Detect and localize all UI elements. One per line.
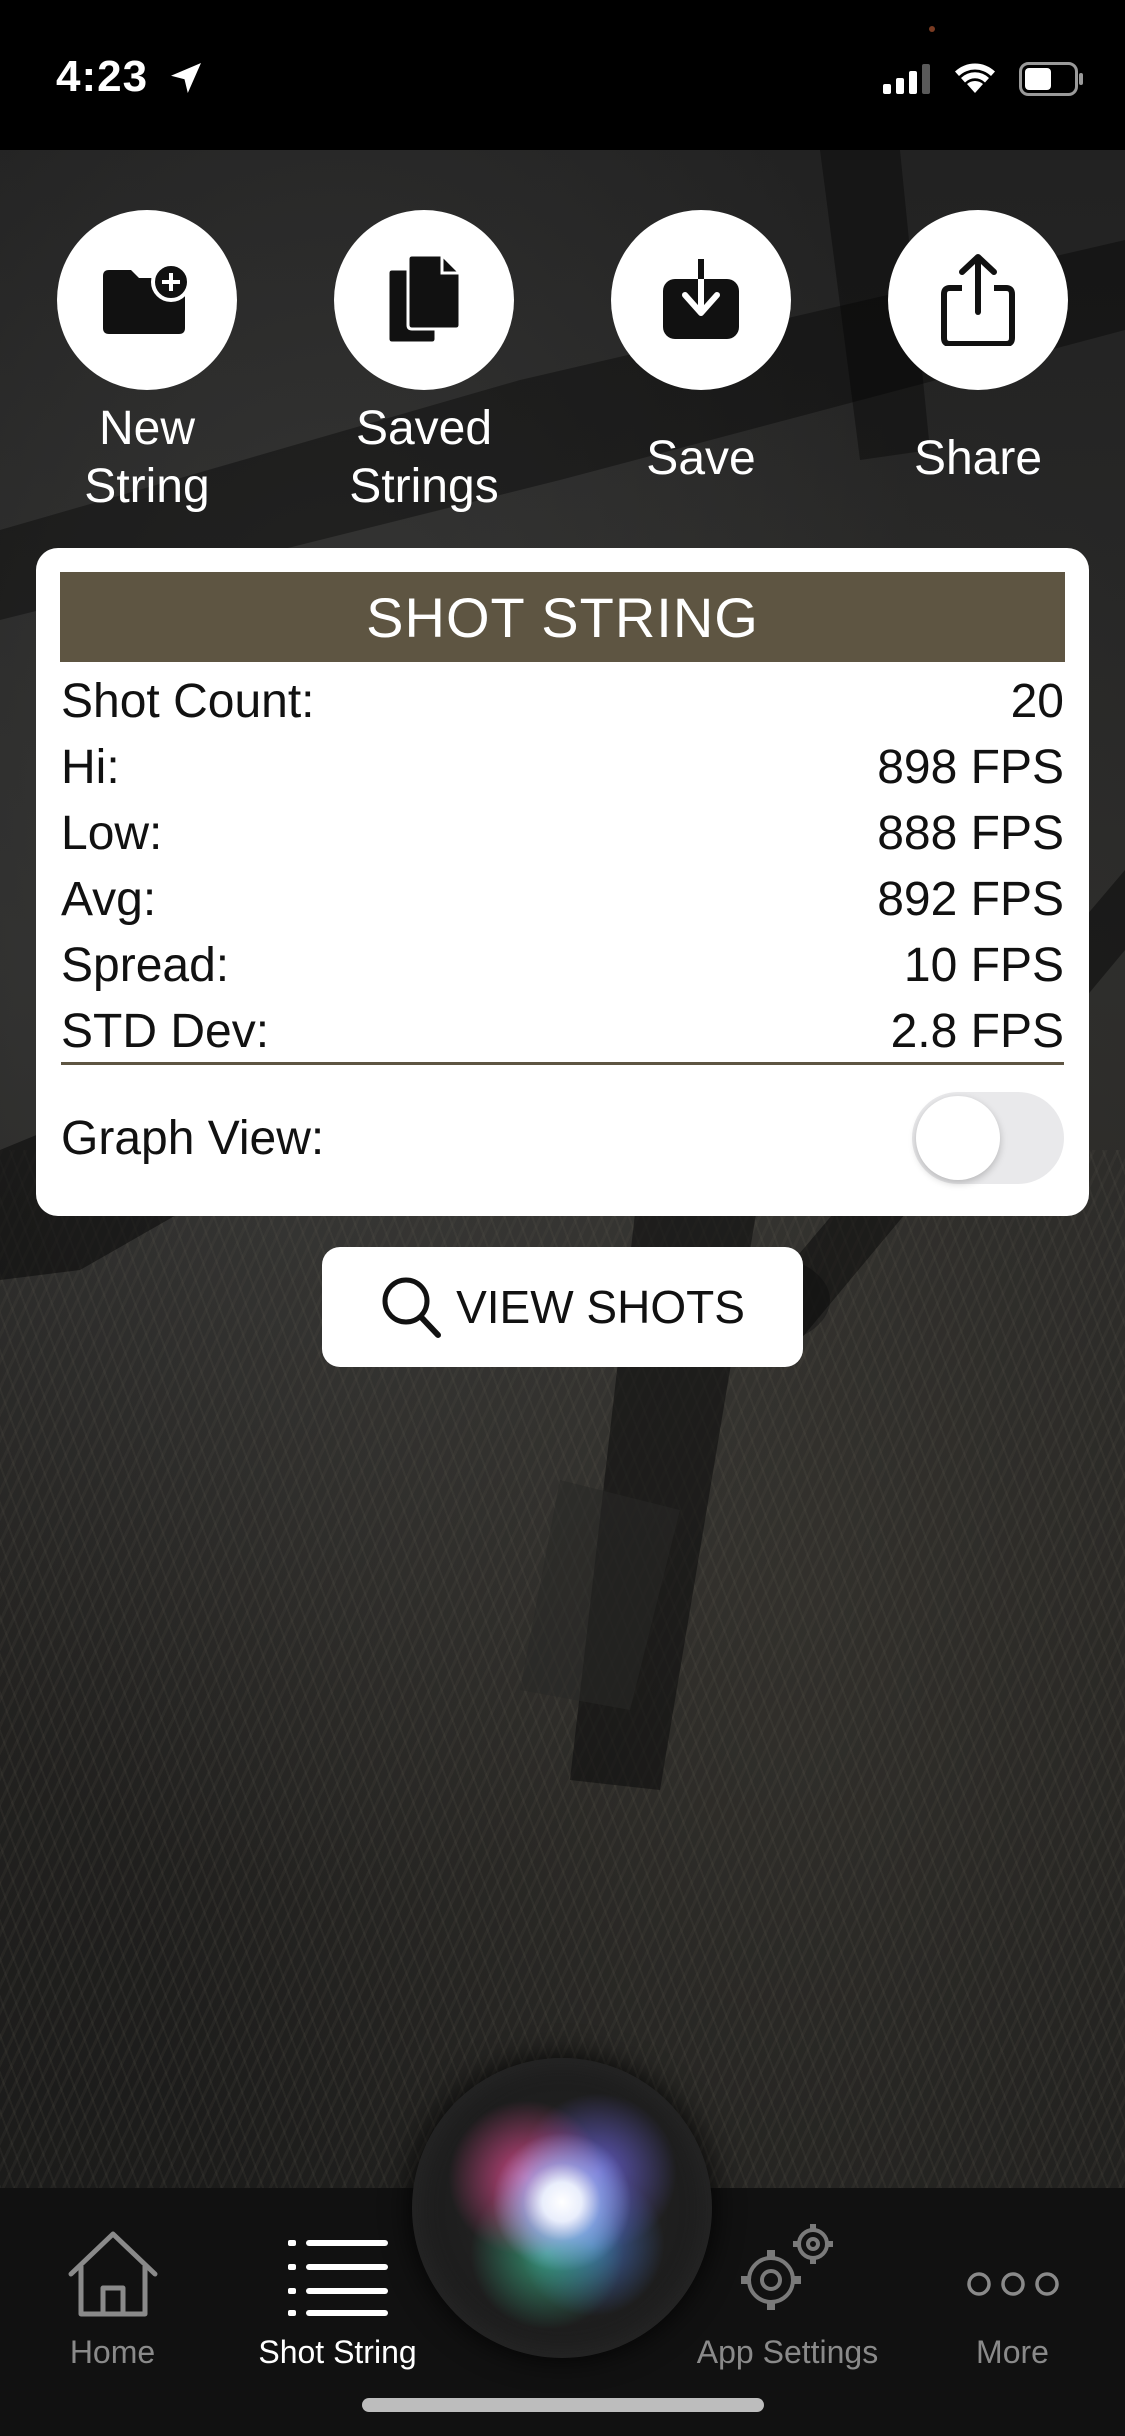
stat-row-std-dev: STD Dev: 2.8 FPS [61,998,1064,1064]
home-indicator[interactable] [362,2398,764,2412]
new-string-circle[interactable] [57,210,237,390]
stat-label: STD Dev: [61,1004,270,1058]
status-icons [883,62,1085,96]
stat-label: Low: [61,806,163,860]
saved-strings-label: Saved Strings [324,400,524,516]
stat-value: 892 FPS [877,872,1064,926]
stat-row-shot-count: Shot Count: 20 [61,668,1064,734]
share-circle[interactable] [888,210,1068,390]
saved-strings-label-line1: Saved [355,402,493,455]
status-time: 4:23 [56,52,149,101]
stat-label: Shot Count: [61,674,315,728]
tab-shot-string-label: Shot String [258,2334,417,2370]
tab-more-icon-wrap [900,2188,1125,2318]
new-string-label-line1: New [98,402,196,455]
graph-view-toggle[interactable] [912,1092,1064,1184]
stat-value: 20 [1010,674,1064,728]
stat-label: Hi: [61,740,120,794]
card-header: SHOT STRING [60,572,1065,662]
battery-icon [1019,62,1083,96]
recording-dot [929,26,935,32]
tab-more-label: More [976,2334,1049,2370]
card-title: SHOT STRING [366,585,759,649]
view-shots-label: VIEW SHOTS [456,1281,745,1333]
graph-view-row: Graph View: [61,1088,1064,1188]
shot-string-card: SHOT STRING Shot Count: 20 Hi: 898 FPS L… [36,548,1089,1216]
graph-view-label: Graph View: [61,1111,325,1165]
status-bar: 4:23 [0,0,1125,150]
siri-orb[interactable] [412,2058,712,2358]
stat-label: Spread: [61,938,230,992]
saved-strings-button[interactable]: Saved Strings [324,210,524,516]
toggle-knob [916,1096,1000,1180]
save-button[interactable]: Save [601,210,801,488]
stat-value: 888 FPS [877,806,1064,860]
save-label: Save [646,432,756,485]
gear-icon [740,2224,833,2310]
download-icon [663,259,739,339]
view-shots-button[interactable]: VIEW SHOTS [322,1247,803,1367]
stats-list: Shot Count: 20 Hi: 898 FPS Low: 888 FPS … [61,668,1064,1064]
stat-value: 2.8 FPS [890,1004,1064,1058]
action-bar: New String Saved Strings Save Share [0,210,1125,530]
cellular-signal-icon [883,64,930,94]
card-divider [61,1062,1064,1065]
folder-plus-icon [103,262,191,334]
saved-strings-label-line2: Strings [349,460,499,513]
saved-strings-circle[interactable] [334,210,514,390]
stat-value: 898 FPS [877,740,1064,794]
stat-row-avg: Avg: 892 FPS [61,866,1064,932]
documents-icon [386,255,462,345]
wifi-icon [955,63,995,93]
list-icon [287,2240,388,2316]
share-label: Share [913,432,1043,485]
more-icon [966,2272,1059,2296]
stat-row-hi: Hi: 898 FPS [61,734,1064,800]
tab-more[interactable]: More [900,2188,1125,2371]
location-arrow-icon [171,63,201,93]
tab-home-label: Home [69,2334,156,2370]
tab-home[interactable]: Home [0,2188,225,2371]
stat-label: Avg: [61,872,157,926]
new-string-label-line2: String [84,460,210,513]
share-icon [941,254,1015,346]
share-button[interactable]: Share [878,210,1078,488]
new-string-button[interactable]: New String [47,210,247,516]
tab-app-settings-label: App Settings [696,2334,879,2370]
tab-home-icon-wrap [0,2188,225,2318]
save-circle[interactable] [611,210,791,390]
stat-row-spread: Spread: 10 FPS [61,932,1064,998]
home-icon [68,2231,157,2317]
stat-value: 10 FPS [903,938,1064,992]
search-icon [382,1277,442,1338]
new-string-label: New String [47,400,247,516]
stat-row-low: Low: 888 FPS [61,800,1064,866]
